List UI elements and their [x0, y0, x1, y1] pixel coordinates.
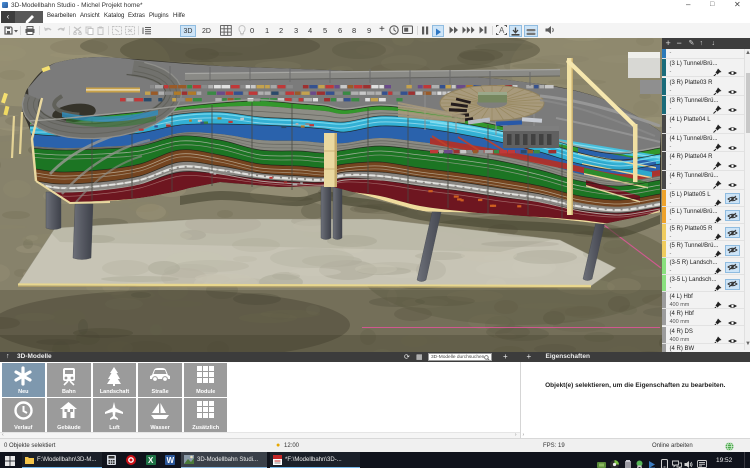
svg-text:A: A	[499, 26, 505, 35]
svg-text:W: W	[167, 456, 175, 465]
svg-text:X: X	[148, 456, 154, 465]
